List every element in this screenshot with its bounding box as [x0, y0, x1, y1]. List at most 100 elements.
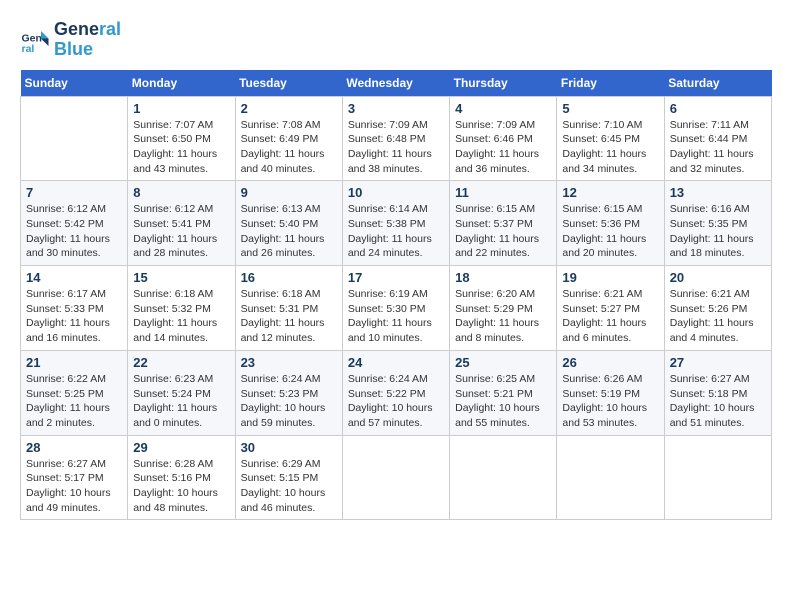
day-number: 9 [241, 185, 337, 200]
calendar-cell: 20 Sunrise: 6:21 AM Sunset: 5:26 PM Dayli… [664, 266, 771, 351]
day-number: 5 [562, 101, 658, 116]
calendar-cell: 19 Sunrise: 6:21 AM Sunset: 5:27 PM Dayli… [557, 266, 664, 351]
calendar-cell: 3Sunrise: 7:09 AM Sunset: 6:48 PM Daylig… [342, 96, 449, 181]
day-info: Sunrise: 6:22 AM Sunset: 5:25 PM Dayligh… [26, 372, 122, 431]
calendar-week-1: 1 Sunrise: 7:07 AM Sunset: 6:50 PM Daylig… [21, 96, 772, 181]
calendar-week-5: 28 Sunrise: 6:27 AM Sunset: 5:17 PM Dayli… [21, 435, 772, 520]
calendar-cell: 21 Sunrise: 6:22 AM Sunset: 5:25 PM Dayli… [21, 350, 128, 435]
day-number: 23 [241, 355, 337, 370]
day-info: Sunrise: 7:10 AM Sunset: 6:45 PM Dayligh… [562, 118, 658, 177]
day-number: 10 [348, 185, 444, 200]
day-number: 7 [26, 185, 122, 200]
logo-icon: Gene ral [20, 25, 50, 55]
day-info: Sunrise: 7:07 AM Sunset: 6:50 PM Dayligh… [133, 118, 229, 177]
day-info: Sunrise: 6:16 AM Sunset: 5:35 PM Dayligh… [670, 202, 766, 261]
day-number: 11 [455, 185, 551, 200]
day-number: 13 [670, 185, 766, 200]
day-info: Sunrise: 6:26 AM Sunset: 5:19 PM Dayligh… [562, 372, 658, 431]
day-info: Sunrise: 6:21 AM Sunset: 5:27 PM Dayligh… [562, 287, 658, 346]
calendar-cell: 27 Sunrise: 6:27 AM Sunset: 5:18 PM Dayli… [664, 350, 771, 435]
calendar-cell: 18Sunrise: 6:20 AM Sunset: 5:29 PM Dayli… [450, 266, 557, 351]
day-number: 26 [562, 355, 658, 370]
day-number: 19 [562, 270, 658, 285]
day-header-saturday: Saturday [664, 70, 771, 97]
calendar-cell: 2 Sunrise: 7:08 AM Sunset: 6:49 PM Daylig… [235, 96, 342, 181]
calendar-cell [557, 435, 664, 520]
day-number: 2 [241, 101, 337, 116]
day-info: Sunrise: 6:15 AM Sunset: 5:37 PM Dayligh… [455, 202, 551, 261]
calendar-cell: 9 Sunrise: 6:13 AM Sunset: 5:40 PM Daylig… [235, 181, 342, 266]
day-number: 3 [348, 101, 444, 116]
calendar-cell: 29Sunrise: 6:28 AM Sunset: 5:16 PM Dayli… [128, 435, 235, 520]
day-number: 22 [133, 355, 229, 370]
day-header-thursday: Thursday [450, 70, 557, 97]
calendar-table: SundayMondayTuesdayWednesdayThursdayFrid… [20, 70, 772, 521]
calendar-cell: 10 Sunrise: 6:14 AM Sunset: 5:38 PM Dayli… [342, 181, 449, 266]
calendar-cell: 14 Sunrise: 6:17 AM Sunset: 5:33 PM Dayli… [21, 266, 128, 351]
day-number: 4 [455, 101, 551, 116]
day-info: Sunrise: 6:13 AM Sunset: 5:40 PM Dayligh… [241, 202, 337, 261]
calendar-week-2: 7 Sunrise: 6:12 AM Sunset: 5:42 PM Daylig… [21, 181, 772, 266]
calendar-cell: 8Sunrise: 6:12 AM Sunset: 5:41 PM Daylig… [128, 181, 235, 266]
calendar-cell: 6Sunrise: 7:11 AM Sunset: 6:44 PM Daylig… [664, 96, 771, 181]
day-info: Sunrise: 6:14 AM Sunset: 5:38 PM Dayligh… [348, 202, 444, 261]
day-number: 20 [670, 270, 766, 285]
calendar-cell: 4Sunrise: 7:09 AM Sunset: 6:46 PM Daylig… [450, 96, 557, 181]
day-info: Sunrise: 6:24 AM Sunset: 5:22 PM Dayligh… [348, 372, 444, 431]
calendar-cell: 16 Sunrise: 6:18 AM Sunset: 5:31 PM Dayli… [235, 266, 342, 351]
calendar-cell: 24 Sunrise: 6:24 AM Sunset: 5:22 PM Dayli… [342, 350, 449, 435]
day-header-monday: Monday [128, 70, 235, 97]
calendar-cell: 17 Sunrise: 6:19 AM Sunset: 5:30 PM Dayli… [342, 266, 449, 351]
day-number: 21 [26, 355, 122, 370]
day-info: Sunrise: 6:27 AM Sunset: 5:17 PM Dayligh… [26, 457, 122, 516]
day-header-sunday: Sunday [21, 70, 128, 97]
day-number: 17 [348, 270, 444, 285]
calendar-cell [21, 96, 128, 181]
day-number: 28 [26, 440, 122, 455]
day-info: Sunrise: 6:18 AM Sunset: 5:31 PM Dayligh… [241, 287, 337, 346]
day-number: 27 [670, 355, 766, 370]
day-number: 16 [241, 270, 337, 285]
day-number: 14 [26, 270, 122, 285]
day-number: 12 [562, 185, 658, 200]
day-info: Sunrise: 6:21 AM Sunset: 5:26 PM Dayligh… [670, 287, 766, 346]
day-info: Sunrise: 6:17 AM Sunset: 5:33 PM Dayligh… [26, 287, 122, 346]
day-number: 25 [455, 355, 551, 370]
calendar-cell [450, 435, 557, 520]
day-info: Sunrise: 6:24 AM Sunset: 5:23 PM Dayligh… [241, 372, 337, 431]
day-number: 30 [241, 440, 337, 455]
calendar-week-4: 21 Sunrise: 6:22 AM Sunset: 5:25 PM Dayli… [21, 350, 772, 435]
calendar-cell: 13 Sunrise: 6:16 AM Sunset: 5:35 PM Dayli… [664, 181, 771, 266]
day-number: 8 [133, 185, 229, 200]
day-info: Sunrise: 6:27 AM Sunset: 5:18 PM Dayligh… [670, 372, 766, 431]
calendar-cell: 1 Sunrise: 7:07 AM Sunset: 6:50 PM Daylig… [128, 96, 235, 181]
calendar-header-row: SundayMondayTuesdayWednesdayThursdayFrid… [21, 70, 772, 97]
calendar-cell [664, 435, 771, 520]
day-info: Sunrise: 6:28 AM Sunset: 5:16 PM Dayligh… [133, 457, 229, 516]
calendar-cell [342, 435, 449, 520]
calendar-week-3: 14 Sunrise: 6:17 AM Sunset: 5:33 PM Dayli… [21, 266, 772, 351]
calendar-cell: 15Sunrise: 6:18 AM Sunset: 5:32 PM Dayli… [128, 266, 235, 351]
calendar-cell: 5 Sunrise: 7:10 AM Sunset: 6:45 PM Daylig… [557, 96, 664, 181]
calendar-cell: 7 Sunrise: 6:12 AM Sunset: 5:42 PM Daylig… [21, 181, 128, 266]
calendar-cell: 11 Sunrise: 6:15 AM Sunset: 5:37 PM Dayli… [450, 181, 557, 266]
day-header-wednesday: Wednesday [342, 70, 449, 97]
day-info: Sunrise: 7:08 AM Sunset: 6:49 PM Dayligh… [241, 118, 337, 177]
day-header-friday: Friday [557, 70, 664, 97]
calendar-cell: 23 Sunrise: 6:24 AM Sunset: 5:23 PM Dayli… [235, 350, 342, 435]
calendar-cell: 30 Sunrise: 6:29 AM Sunset: 5:15 PM Dayli… [235, 435, 342, 520]
day-info: Sunrise: 6:29 AM Sunset: 5:15 PM Dayligh… [241, 457, 337, 516]
day-info: Sunrise: 6:23 AM Sunset: 5:24 PM Dayligh… [133, 372, 229, 431]
day-header-tuesday: Tuesday [235, 70, 342, 97]
calendar-cell: 12 Sunrise: 6:15 AM Sunset: 5:36 PM Dayli… [557, 181, 664, 266]
day-number: 6 [670, 101, 766, 116]
day-number: 1 [133, 101, 229, 116]
page-header: Gene ral General Blue [20, 20, 772, 60]
day-number: 18 [455, 270, 551, 285]
calendar-cell: 26 Sunrise: 6:26 AM Sunset: 5:19 PM Dayli… [557, 350, 664, 435]
day-info: Sunrise: 6:25 AM Sunset: 5:21 PM Dayligh… [455, 372, 551, 431]
day-info: Sunrise: 6:15 AM Sunset: 5:36 PM Dayligh… [562, 202, 658, 261]
day-info: Sunrise: 6:12 AM Sunset: 5:42 PM Dayligh… [26, 202, 122, 261]
day-info: Sunrise: 6:19 AM Sunset: 5:30 PM Dayligh… [348, 287, 444, 346]
day-number: 24 [348, 355, 444, 370]
